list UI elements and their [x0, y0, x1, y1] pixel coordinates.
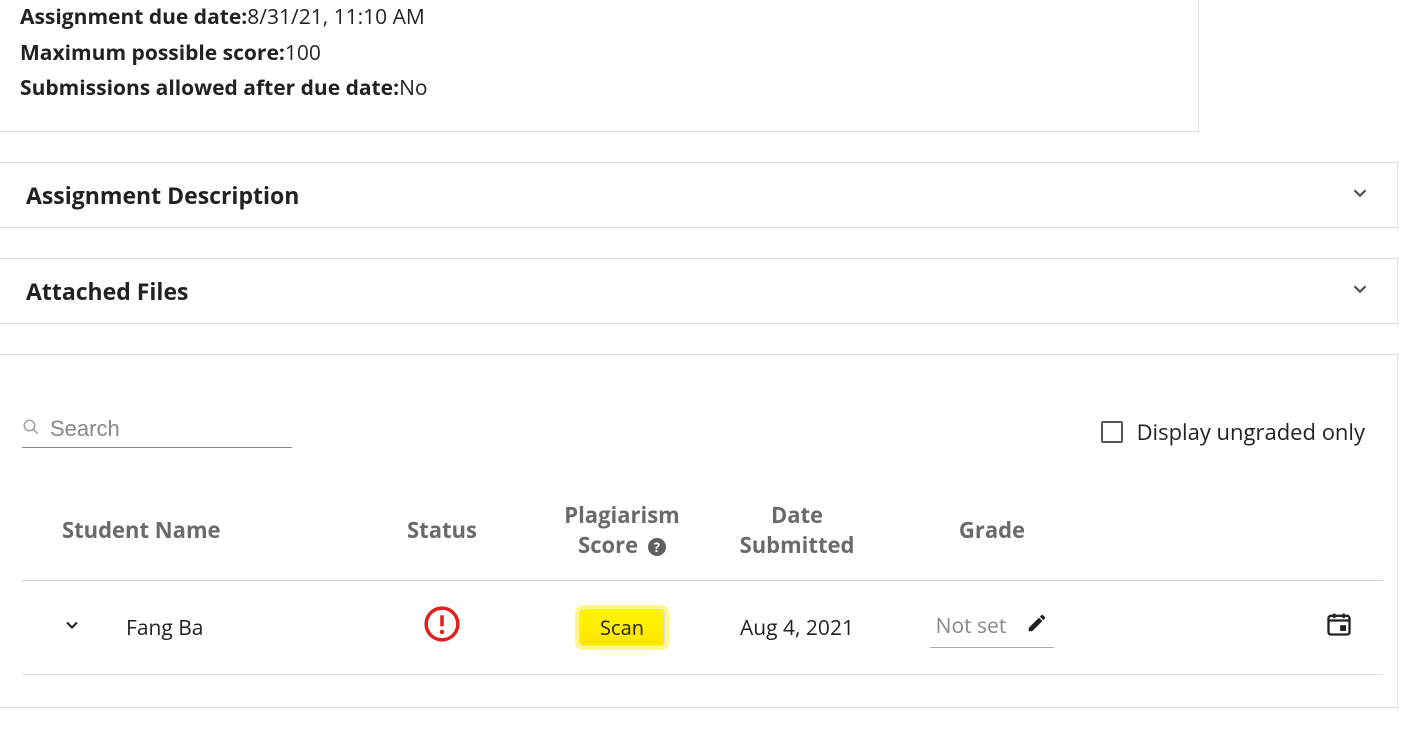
after-due-value: No — [399, 74, 427, 102]
expand-row-icon[interactable] — [62, 614, 82, 642]
grading-toolbar: Display ungraded only — [22, 415, 1383, 448]
scan-button[interactable]: Scan — [579, 609, 665, 646]
table-row: Fang Ba Scan Aug 4, 2021 Not set — [22, 581, 1383, 675]
display-ungraded-label: Display ungraded only — [1137, 417, 1365, 447]
col-student-name: Student Name — [22, 488, 352, 581]
calendar-icon[interactable] — [1325, 617, 1353, 645]
student-name: Fang Ba — [126, 614, 203, 642]
col-status: Status — [352, 488, 532, 581]
attached-files-title: Attached Files — [26, 275, 188, 307]
attached-files-panel[interactable]: Attached Files — [0, 258, 1398, 324]
grading-area: Display ungraded only Student Name Statu… — [0, 354, 1398, 708]
help-icon[interactable]: ? — [648, 538, 666, 556]
col-actions — [1102, 488, 1383, 581]
search-field-wrap[interactable] — [22, 415, 292, 448]
search-icon — [22, 418, 40, 441]
chevron-down-icon — [1349, 278, 1371, 305]
checkbox-icon — [1101, 421, 1123, 443]
due-date-value: 8/31/21, 11:10 AM — [247, 3, 425, 31]
assignment-description-panel[interactable]: Assignment Description — [0, 162, 1398, 228]
max-score-value: 100 — [285, 39, 321, 67]
assignment-description-title: Assignment Description — [26, 179, 299, 211]
pencil-icon — [1026, 612, 1048, 641]
alert-icon — [423, 622, 461, 650]
grade-value: Not set — [936, 612, 1007, 640]
date-submitted: Aug 4, 2021 — [712, 581, 882, 675]
chevron-down-icon — [1349, 182, 1371, 209]
max-score-label: Maximum possible score: — [20, 39, 285, 67]
display-ungraded-checkbox[interactable]: Display ungraded only — [1101, 417, 1365, 447]
submissions-table: Student Name Status Plagiarism Score ? D… — [22, 488, 1383, 675]
grade-input[interactable]: Not set — [930, 608, 1055, 648]
search-input[interactable] — [48, 415, 292, 443]
due-date-label: Assignment due date: — [20, 3, 247, 31]
col-plagiarism: Plagiarism Score ? — [532, 488, 712, 581]
col-grade: Grade — [882, 488, 1102, 581]
assignment-meta: Assignment due date:8/31/21, 11:10 AM Ma… — [0, 0, 1199, 132]
col-date-submitted: Date Submitted — [712, 488, 882, 581]
after-due-label: Submissions allowed after due date: — [20, 74, 399, 102]
